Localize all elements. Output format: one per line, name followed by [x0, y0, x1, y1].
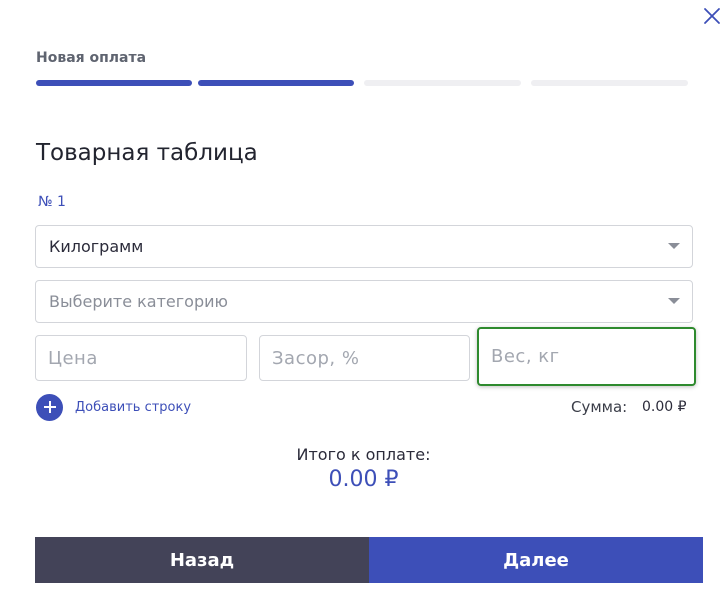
- next-button[interactable]: Далее: [369, 537, 703, 583]
- chevron-down-icon: [668, 298, 680, 304]
- waste-field: [259, 335, 470, 381]
- category-select[interactable]: Выберите категорию: [35, 280, 693, 323]
- weight-field: [477, 327, 696, 386]
- sum-label: Сумма:: [571, 398, 628, 416]
- sum-value: 0.00 ₽: [642, 399, 687, 415]
- price-field: [35, 335, 247, 381]
- weight-input[interactable]: [479, 329, 694, 384]
- category-select-placeholder: Выберите категорию: [49, 292, 228, 311]
- step-segment-4: [531, 80, 688, 86]
- plus-icon: [36, 393, 63, 421]
- step-segment-2: [198, 80, 354, 86]
- row-number: № 1: [38, 194, 66, 210]
- step-segment-1: [36, 80, 192, 86]
- step-label: Новая оплата: [36, 50, 147, 66]
- step-segment-3: [364, 80, 521, 86]
- add-row-label: Добавить строку: [75, 399, 192, 415]
- section-title: Товарная таблица: [36, 140, 258, 166]
- price-input[interactable]: [36, 336, 246, 380]
- waste-input[interactable]: [260, 336, 469, 380]
- close-icon[interactable]: [700, 4, 724, 28]
- chevron-down-icon: [668, 243, 680, 249]
- unit-select[interactable]: Килограмм: [35, 225, 693, 268]
- progress-stepper: [36, 80, 688, 86]
- add-row-button[interactable]: Добавить строку: [36, 393, 192, 421]
- total-label: Итого к оплате:: [296, 445, 431, 464]
- total-value: 0.00 ₽: [328, 467, 399, 492]
- unit-select-value: Килограмм: [49, 237, 144, 256]
- back-button[interactable]: Назад: [35, 537, 369, 583]
